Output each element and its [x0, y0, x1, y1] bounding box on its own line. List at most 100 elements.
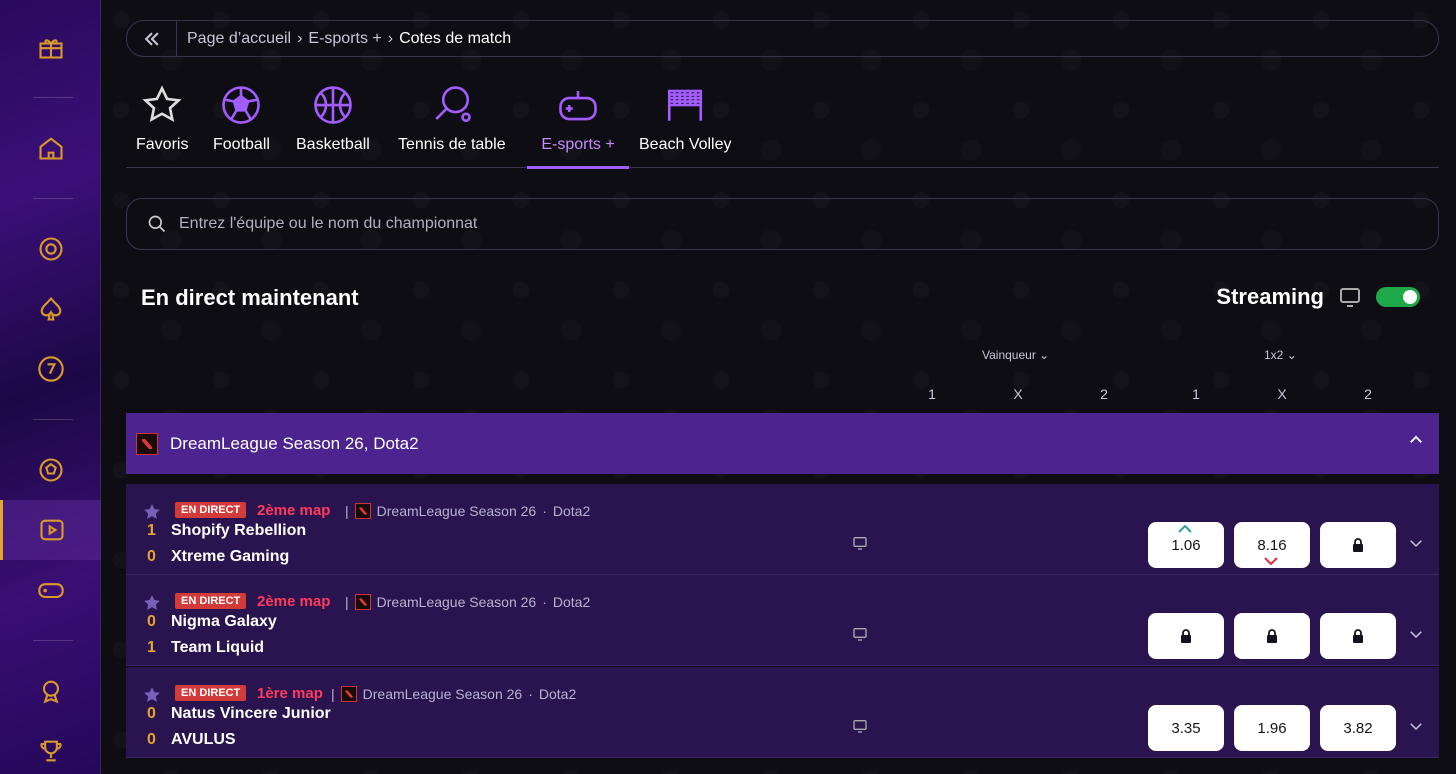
expand-chevron-icon[interactable] — [1407, 534, 1425, 557]
stream-icon[interactable] — [851, 718, 869, 734]
expand-chevron-icon[interactable] — [1407, 717, 1425, 740]
sport-tabs: Favoris Football Basketball Tennis de ta… — [126, 80, 1439, 169]
sidebar-item-sports[interactable] — [0, 440, 101, 500]
live-badge: EN DIRECT — [175, 593, 247, 609]
sidebar-item-rewards[interactable] — [0, 661, 101, 721]
tab-beach-volley[interactable]: Beach Volley — [639, 80, 732, 168]
breadcrumb-home[interactable]: Page d’accueil — [187, 30, 291, 48]
sidebar-item-poker[interactable] — [0, 279, 101, 339]
odd-locked — [1234, 613, 1310, 659]
star-icon — [142, 85, 182, 123]
map-info: 2ème map — [257, 593, 331, 610]
sidebar-item-promotions[interactable] — [0, 17, 101, 77]
live-badge: EN DIRECT — [175, 502, 247, 518]
match-meta: | DreamLeague Season 26 · Dota2 — [345, 503, 591, 519]
column-header: 1 — [1192, 386, 1200, 402]
gamepad-icon — [37, 583, 64, 599]
tab-favoris[interactable]: Favoris — [136, 80, 188, 168]
gift-icon — [38, 39, 63, 59]
sidebar-item-casino[interactable] — [0, 219, 101, 279]
tab-label: Basketball — [296, 136, 370, 153]
trophy-icon — [39, 740, 62, 762]
sidebar-item-esports[interactable] — [0, 560, 101, 620]
odd-locked — [1148, 613, 1224, 659]
lock-icon — [1181, 629, 1191, 643]
column-header: 2 — [1364, 386, 1372, 402]
odd-button[interactable]: 8.16 — [1234, 522, 1310, 568]
sidebar-divider — [33, 640, 73, 641]
spade-icon — [40, 296, 61, 321]
league-name: DreamLeague Season 26, Dota2 — [170, 433, 419, 453]
team-name: Shopify Rebellion — [171, 522, 307, 539]
match-row: EN DIRECT 2ème map | DreamLeague Season … — [126, 484, 1439, 575]
odd-button[interactable]: 3.82 — [1320, 705, 1396, 751]
expand-chevron-icon[interactable] — [1407, 625, 1425, 648]
team-2: 0 AVULUS — [147, 731, 236, 749]
tab-label: Tennis de table — [398, 136, 506, 153]
league-header[interactable]: DreamLeague Season 26, Dota2 — [126, 413, 1439, 474]
tab-label: Football — [213, 136, 270, 153]
sidebar-divider — [33, 198, 73, 199]
team-name: Nigma Galaxy — [171, 613, 277, 630]
breadcrumb: Page d’accueil › E-sports + › Cotes de m… — [126, 20, 1439, 57]
team-name: Xtreme Gaming — [171, 548, 290, 565]
tab-basketball[interactable]: Basketball — [296, 80, 370, 168]
column-header: X — [1277, 386, 1287, 402]
live-badge: EN DIRECT — [175, 685, 247, 701]
sidebar-item-tournaments[interactable] — [0, 721, 101, 774]
casino-chip-icon — [38, 237, 63, 261]
football-icon — [222, 86, 261, 124]
search-icon — [148, 215, 166, 233]
favorite-star-icon[interactable] — [142, 685, 162, 705]
streaming-label: Streaming — [1216, 284, 1324, 309]
back-button[interactable] — [127, 21, 177, 56]
market-select-vainqueur[interactable]: Vainqueur ⌄ — [982, 348, 1049, 362]
breadcrumb-esports[interactable]: E-sports + — [308, 30, 381, 48]
odd-button[interactable]: 3.35 — [1148, 705, 1224, 751]
match-meta: | DreamLeague Season 26 · Dota2 — [331, 686, 577, 702]
team-score: 0 — [147, 548, 156, 565]
tab-tennis-de-table[interactable]: Tennis de table — [398, 80, 506, 168]
breadcrumb-current: Cotes de match — [399, 29, 512, 47]
match-meta: | DreamLeague Season 26 · Dota2 — [345, 594, 591, 610]
odd-up-arrow-icon — [1178, 525, 1192, 533]
team-2: 1 Team Liquid — [147, 639, 264, 657]
main-content: Page d’accueil › E-sports + › Cotes de m… — [101, 0, 1456, 774]
tab-football[interactable]: Football — [213, 80, 270, 168]
team-1: 0 Nigma Galaxy — [147, 613, 277, 631]
tab-label: Favoris — [136, 136, 189, 153]
gamepad-icon — [559, 91, 597, 121]
column-header: 2 — [1100, 386, 1108, 402]
sidebar-item-slots[interactable] — [0, 339, 101, 399]
map-info: 1ère map — [257, 685, 323, 702]
breadcrumb-separator: › — [387, 29, 394, 47]
basketball-icon — [314, 86, 352, 124]
sidebar-item-live[interactable] — [0, 500, 101, 560]
sidebar-item-home[interactable] — [0, 118, 101, 178]
search-input[interactable] — [179, 215, 1379, 233]
search-bar — [126, 198, 1439, 250]
map-info: 2ème map — [257, 502, 331, 519]
streaming-toggle[interactable] — [1376, 287, 1420, 307]
market-select-1x2[interactable]: 1x2 ⌄ — [1264, 348, 1297, 362]
dota2-icon — [354, 503, 371, 519]
seven-icon — [37, 356, 64, 382]
team-name: AVULUS — [171, 731, 236, 748]
home-icon — [38, 137, 63, 160]
favorite-star-icon[interactable] — [142, 593, 162, 613]
odd-locked — [1320, 613, 1396, 659]
column-header: X — [1013, 386, 1023, 402]
odd-button[interactable]: 1.06 — [1148, 522, 1224, 568]
collapse-chevron-icon[interactable] — [1407, 431, 1425, 455]
stream-icon[interactable] — [851, 535, 869, 551]
sidebar — [0, 0, 101, 774]
lock-icon — [1353, 538, 1363, 552]
stream-icon[interactable] — [851, 626, 869, 642]
tab-e-sports[interactable]: E-sports + — [527, 80, 629, 169]
section-title: En direct maintenant — [141, 285, 359, 310]
ball-icon — [38, 458, 63, 482]
favorite-star-icon[interactable] — [142, 502, 162, 522]
team-score: 0 — [147, 705, 156, 722]
lock-icon — [1267, 629, 1277, 643]
odd-button[interactable]: 1.96 — [1234, 705, 1310, 751]
